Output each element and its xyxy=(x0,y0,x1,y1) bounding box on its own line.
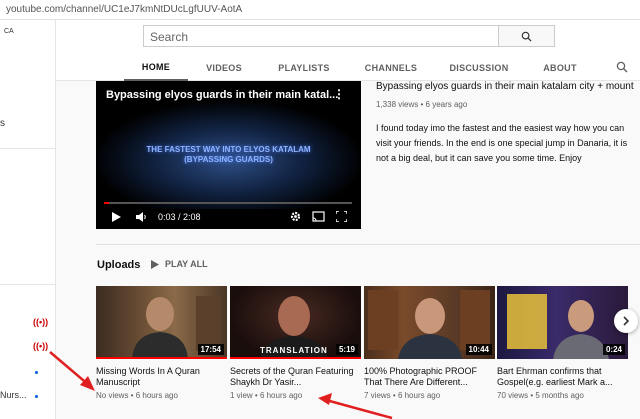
annotation-arrows xyxy=(49,351,393,419)
annotation-arrow-icon xyxy=(49,351,95,391)
annotation-arrow-icon xyxy=(318,393,393,419)
